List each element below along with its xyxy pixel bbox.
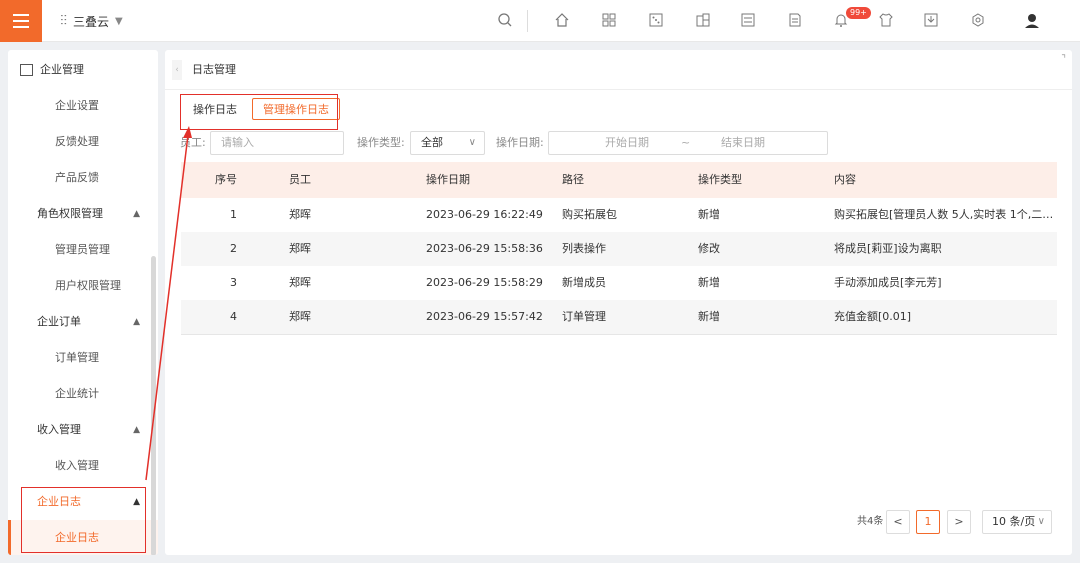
annotation-arrow <box>145 126 192 481</box>
